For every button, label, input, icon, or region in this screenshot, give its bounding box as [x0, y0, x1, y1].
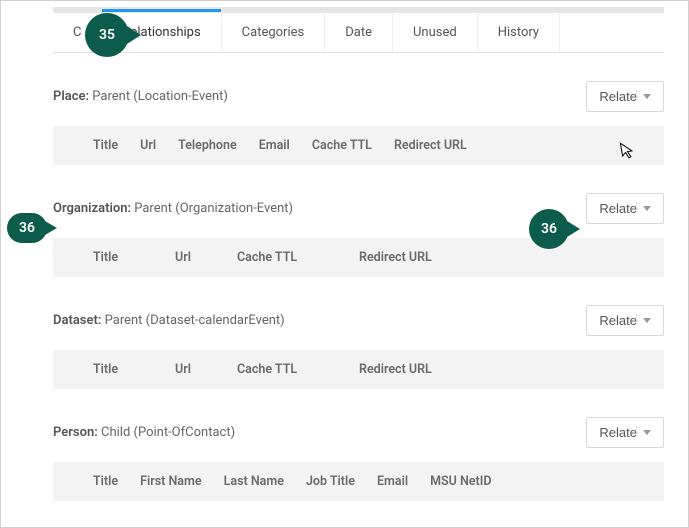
chevron-down-icon	[643, 318, 651, 323]
chevron-down-icon	[643, 94, 651, 99]
tab-unused[interactable]: Unused	[393, 13, 478, 52]
col-cache-ttl: Cache TTL	[237, 250, 337, 265]
col-url: Url	[140, 138, 156, 153]
section-title-place: Place: Parent (Location-Event)	[53, 89, 228, 104]
annotation-36-left: 36	[7, 213, 47, 243]
col-title: Title	[93, 250, 153, 265]
section-dataset: Dataset: Parent (Dataset-calendarEvent) …	[53, 305, 664, 389]
col-redirect-url: Redirect URL	[359, 250, 432, 265]
col-redirect-url: Redirect URL	[359, 362, 432, 377]
col-title: Title	[93, 138, 118, 153]
section-person: Person: Child (Point-OfContact) Relate T…	[53, 417, 664, 501]
column-header-place: Title Url Telephone Email Cache TTL Redi…	[53, 126, 664, 165]
relate-button-place[interactable]: Relate	[586, 81, 664, 112]
annotation-36-right: 36	[529, 209, 569, 249]
column-header-dataset: Title Url Cache TTL Redirect URL	[53, 350, 664, 389]
chevron-down-icon	[643, 430, 651, 435]
col-url: Url	[175, 362, 215, 377]
column-header-organization: Title Url Cache TTL Redirect URL	[53, 238, 664, 277]
col-msunetid: MSU NetID	[430, 474, 491, 489]
annotation-35: 35	[85, 13, 129, 57]
col-redirect-url: Redirect URL	[394, 138, 467, 153]
col-url: Url	[175, 250, 215, 265]
chevron-down-icon	[643, 206, 651, 211]
col-firstname: First Name	[140, 474, 202, 489]
column-header-person: Title First Name Last Name Job Title Ema…	[53, 462, 664, 501]
col-cache-ttl: Cache TTL	[237, 362, 337, 377]
col-title: Title	[93, 362, 153, 377]
col-cache-ttl: Cache TTL	[312, 138, 372, 153]
tab-bar: C Relationships Categories Date Unused H…	[53, 13, 664, 53]
section-title-person: Person: Child (Point-OfContact)	[53, 425, 235, 440]
col-jobtitle: Job Title	[306, 474, 355, 489]
relate-button-dataset[interactable]: Relate	[586, 305, 664, 336]
tab-date[interactable]: Date	[325, 13, 393, 52]
col-telephone: Telephone	[178, 138, 237, 153]
relate-button-organization[interactable]: Relate	[586, 193, 664, 224]
tab-categories[interactable]: Categories	[222, 13, 326, 52]
section-place: Place: Parent (Location-Event) Relate Ti…	[53, 81, 664, 165]
tab-history[interactable]: History	[478, 13, 560, 52]
col-email: Email	[259, 138, 290, 153]
col-email: Email	[377, 474, 408, 489]
section-title-organization: Organization: Parent (Organization-Event…	[53, 201, 293, 216]
section-title-dataset: Dataset: Parent (Dataset-calendarEvent)	[53, 313, 285, 328]
col-title: Title	[93, 474, 118, 489]
col-lastname: Last Name	[224, 474, 284, 489]
relate-button-person[interactable]: Relate	[586, 417, 664, 448]
